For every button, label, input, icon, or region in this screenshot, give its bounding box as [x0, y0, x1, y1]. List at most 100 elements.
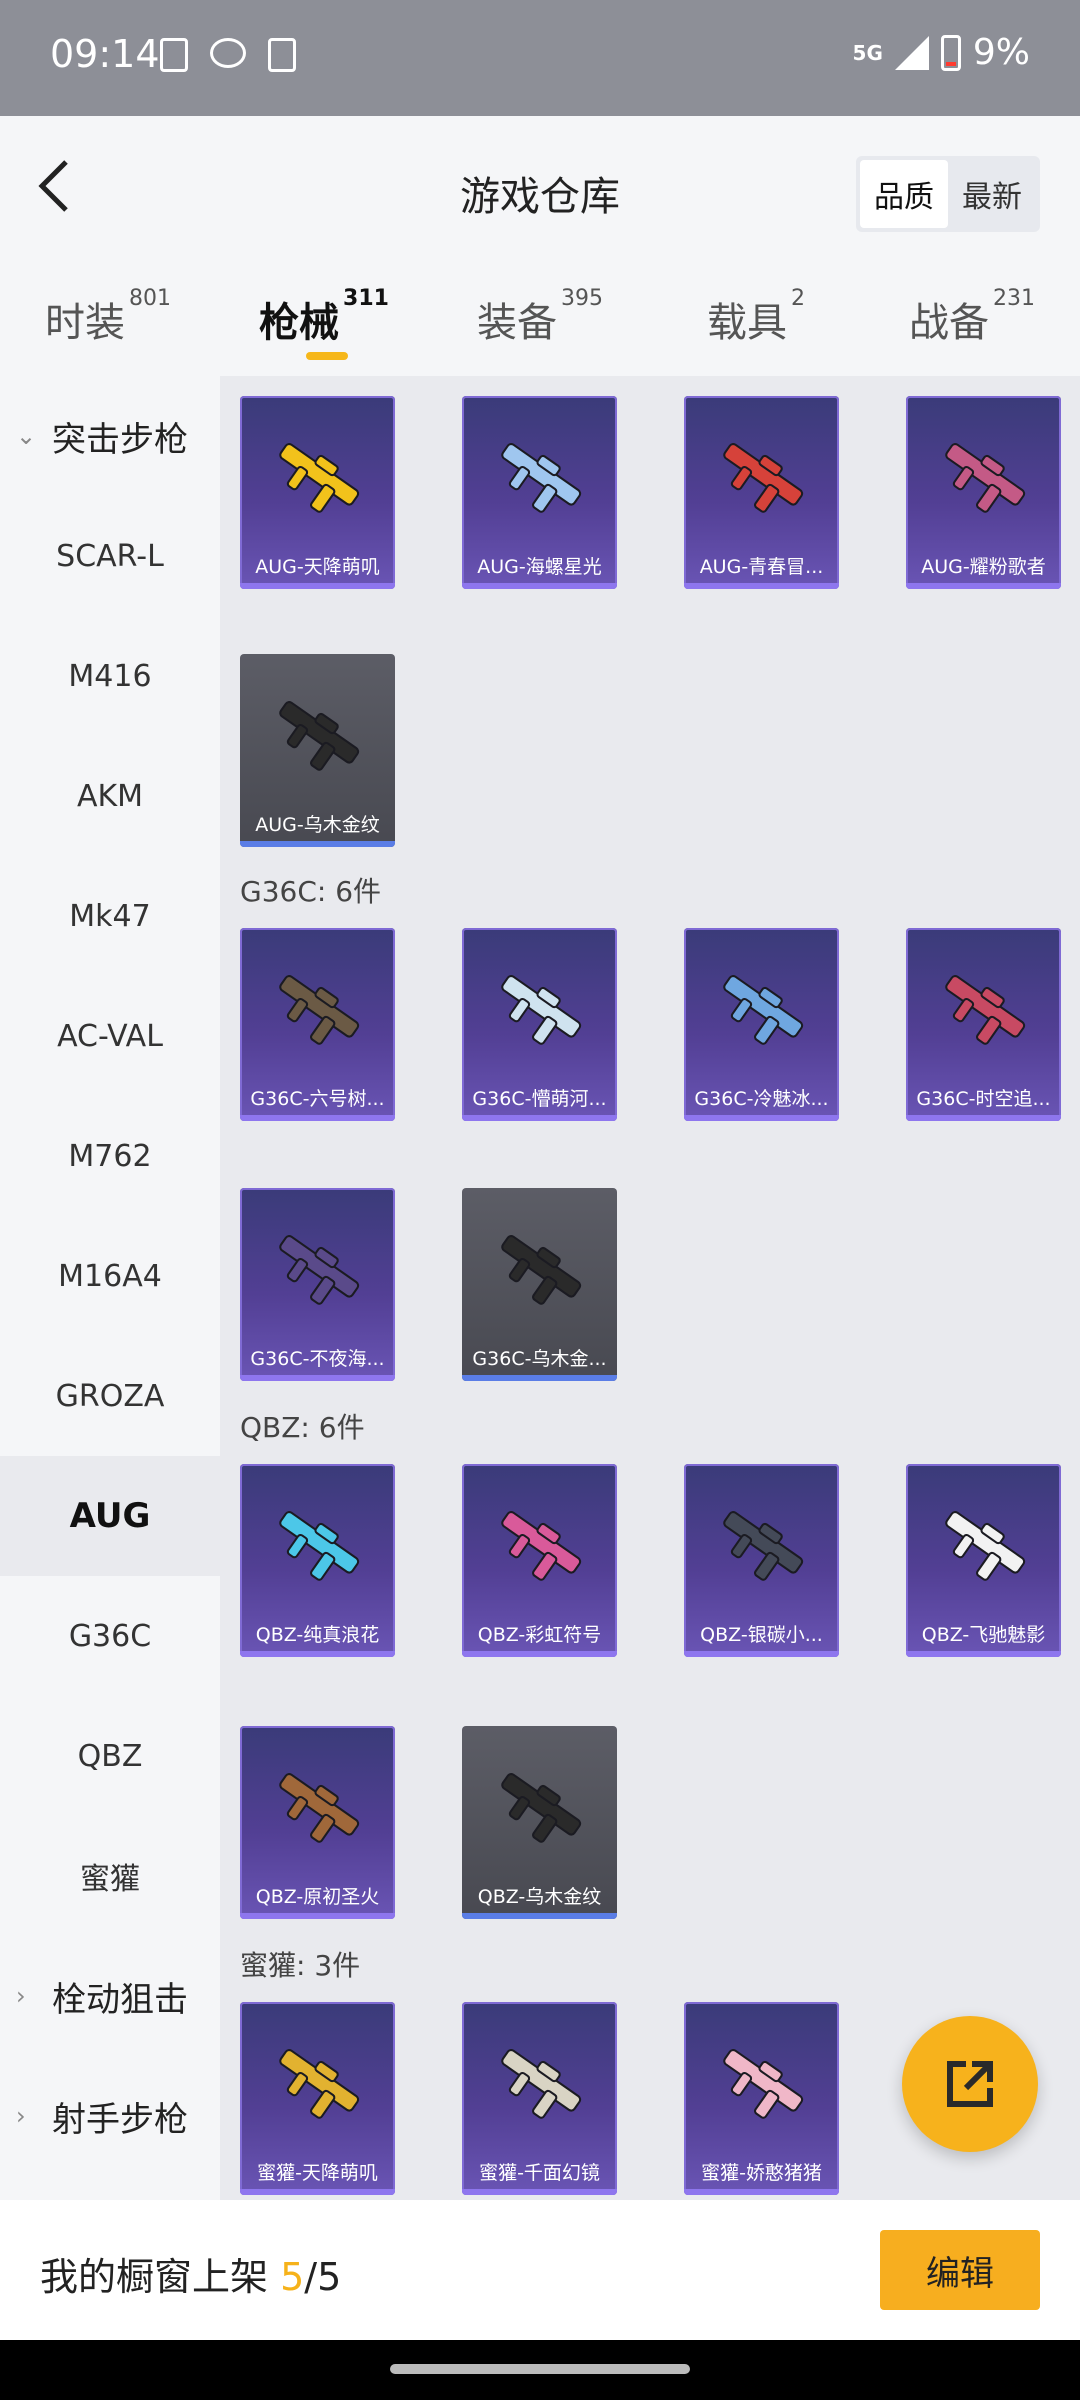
sidebar-item-qbz[interactable]: QBZ	[0, 1696, 220, 1816]
sidebar-category-marksman-rifles[interactable]: › 射手步枪	[0, 2056, 220, 2176]
skin-card[interactable]: 蜜獾-娇憨猪猪	[684, 2002, 839, 2195]
tab-label: 时装	[45, 300, 125, 346]
gun-icon	[723, 1511, 804, 1581]
sidebar-category-assault-rifles[interactable]: ⌄ 突击步枪	[0, 376, 220, 496]
status-left-icons	[160, 38, 296, 72]
skin-card[interactable]: 蜜獾-千面幻镜	[462, 2002, 617, 2195]
gun-icon	[279, 1511, 360, 1581]
tab-supplies[interactable]: 战备231	[864, 256, 1080, 376]
skin-grid: AUG-天降萌叽 AUG-海螺星光 AUG-青春冒... AUG-耀粉歌者 AU…	[220, 376, 1080, 2200]
status-time: 09:14	[50, 32, 160, 76]
showcase-current-count: 5	[280, 2255, 305, 2299]
skin-card-label: G36C-乌木金...	[472, 1348, 607, 1370]
grid-row: QBZ-纯真浪花 QBZ-彩虹符号 QBZ-银碳小... QBZ-飞驰魅影	[240, 1464, 1061, 1657]
edit-button[interactable]: 编辑	[880, 2230, 1040, 2310]
skin-card[interactable]: QBZ-纯真浪花	[240, 1464, 395, 1657]
gun-icon	[279, 443, 360, 513]
gun-icon	[279, 701, 360, 771]
skin-card[interactable]: AUG-青春冒...	[684, 396, 839, 589]
skin-card[interactable]: AUG-乌木金纹	[240, 654, 395, 847]
external-link-icon	[947, 2061, 993, 2107]
tab-firearms[interactable]: 枪械311	[216, 256, 432, 376]
tab-count: 231	[993, 286, 1035, 311]
skin-card-label: AUG-耀粉歌者	[921, 556, 1046, 578]
gun-icon	[723, 443, 804, 513]
tab-label: 枪械	[259, 300, 340, 346]
skin-card-label: QBZ-飞驰魅影	[921, 1624, 1046, 1646]
sidebar-item-m416[interactable]: M416	[0, 616, 220, 736]
gun-icon	[501, 1511, 582, 1581]
skin-card[interactable]: G36C-冷魅冰...	[684, 928, 839, 1121]
skin-card[interactable]: G36C-乌木金...	[462, 1188, 617, 1381]
sidebar-item-m16a4[interactable]: M16A4	[0, 1216, 220, 1336]
gun-icon	[501, 1235, 582, 1305]
skin-card-label: AUG-乌木金纹	[255, 814, 380, 836]
skin-card[interactable]: G36C-懵萌河...	[462, 928, 617, 1121]
tab-label: 战备	[909, 300, 989, 346]
skin-card[interactable]: QBZ-银碳小...	[684, 1464, 839, 1657]
tab-equipment[interactable]: 装备395	[432, 256, 648, 376]
section-title-qbz: QBZ: 6件	[240, 1411, 365, 1444]
gun-icon	[279, 975, 360, 1045]
skin-card[interactable]: 蜜獾-天降萌叽	[240, 2002, 395, 2195]
skin-card-label: AUG-海螺星光	[477, 556, 602, 578]
sidebar-item-scar-l[interactable]: SCAR-L	[0, 496, 220, 616]
grid-row: G36C-六号树... G36C-懵萌河... G36C-冷魅冰... G36C…	[240, 928, 1061, 1121]
skin-card[interactable]: QBZ-原初圣火	[240, 1726, 395, 1919]
sidebar-item-akm[interactable]: AKM	[0, 736, 220, 856]
skin-card-label: QBZ-纯真浪花	[255, 1624, 380, 1646]
sidebar-item-aug[interactable]: AUG	[0, 1456, 220, 1576]
gun-icon	[279, 1773, 360, 1843]
sidebar-category-bolt-snipers[interactable]: › 栓动狙击	[0, 1936, 220, 2056]
sidebar-item-groza[interactable]: GROZA	[0, 1336, 220, 1456]
grid-row: 蜜獾-天降萌叽 蜜獾-千面幻镜 蜜獾-娇憨猪猪	[240, 2002, 839, 2195]
home-gesture-handle[interactable]	[390, 2364, 690, 2374]
sidebar-item-mihuan[interactable]: 蜜獾	[0, 1816, 220, 1936]
gun-icon	[279, 2049, 360, 2119]
tab-label: 载具	[707, 300, 787, 346]
network-type: 5G	[852, 40, 883, 65]
sidebar-item-g36c[interactable]: G36C	[0, 1576, 220, 1696]
share-fab-button[interactable]	[902, 2016, 1038, 2152]
chevron-down-icon: ⌄	[16, 422, 37, 450]
tab-outfits[interactable]: 时装801	[0, 256, 216, 376]
skin-card[interactable]: AUG-海螺星光	[462, 396, 617, 589]
battery-icon	[940, 34, 961, 71]
showcase-label: 我的橱窗上架	[40, 2255, 281, 2299]
skin-card[interactable]: QBZ-乌木金纹	[462, 1726, 617, 1919]
skin-card-label: G36C-不夜海...	[250, 1348, 385, 1370]
skin-card-label: G36C-懵萌河...	[472, 1088, 607, 1110]
gun-icon	[501, 443, 582, 513]
showcase-total: /5	[304, 2255, 342, 2299]
battery-saver-icon	[160, 38, 188, 72]
section-title-g36c: G36C: 6件	[240, 875, 382, 908]
skin-card[interactable]: AUG-耀粉歌者	[906, 396, 1061, 589]
skin-card-label: QBZ-原初圣火	[255, 1886, 380, 1908]
skin-card[interactable]: QBZ-彩虹符号	[462, 1464, 617, 1657]
skin-card-label: QBZ-银碳小...	[700, 1624, 823, 1646]
chevron-right-icon: ›	[16, 2102, 26, 2130]
gun-icon	[945, 1511, 1026, 1581]
gun-icon	[501, 2049, 582, 2119]
sidebar-category-label: 栓动狙击	[52, 1979, 188, 2020]
sort-newest-button[interactable]: 最新	[948, 160, 1036, 228]
skin-card[interactable]: G36C-六号树...	[240, 928, 395, 1121]
skin-card[interactable]: AUG-天降萌叽	[240, 396, 395, 589]
wechat-icon	[210, 38, 246, 68]
grid-row: AUG-乌木金纹	[240, 654, 395, 847]
skin-card[interactable]: G36C-不夜海...	[240, 1188, 395, 1381]
sort-quality-button[interactable]: 品质	[860, 160, 948, 228]
tab-vehicles[interactable]: 载具2	[648, 256, 864, 376]
skin-card[interactable]: QBZ-飞驰魅影	[906, 1464, 1061, 1657]
category-tabs: 时装801 枪械311 装备395 载具2 战备231	[0, 256, 1080, 376]
sidebar-item-ac-val[interactable]: AC-VAL	[0, 976, 220, 1096]
skin-card-label: 蜜獾-天降萌叽	[257, 2162, 378, 2184]
skin-card-label: G36C-时空追...	[916, 1088, 1051, 1110]
tab-label: 装备	[477, 300, 557, 346]
sidebar-item-m762[interactable]: M762	[0, 1096, 220, 1216]
gun-icon	[723, 975, 804, 1045]
skin-card[interactable]: G36C-时空追...	[906, 928, 1061, 1121]
sidebar-item-mk47[interactable]: Mk47	[0, 856, 220, 976]
gun-icon	[279, 1235, 360, 1305]
battery-percent: 9%	[972, 32, 1030, 73]
